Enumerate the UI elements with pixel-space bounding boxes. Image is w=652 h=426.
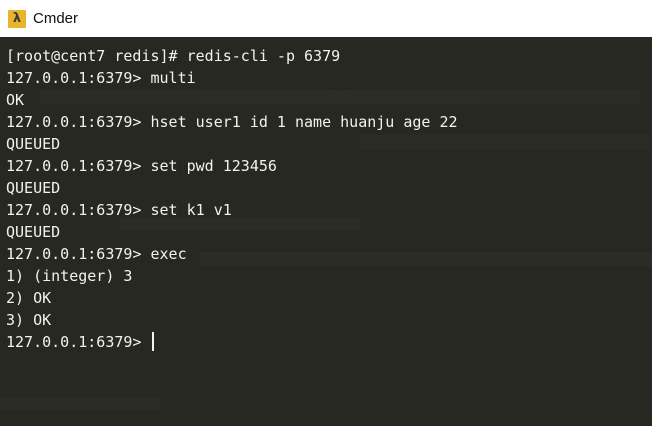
terminal-line: 127.0.0.1:6379> multi — [6, 69, 196, 87]
terminal-line: 127.0.0.1:6379> set pwd 123456 — [6, 157, 277, 175]
terminal-line: 127.0.0.1:6379> hset user1 id 1 name hua… — [6, 113, 458, 131]
terminal-prompt-line[interactable]: 127.0.0.1:6379> — [6, 331, 458, 353]
cmder-window: λ Cmder [root@cent7 redis]# redis-cli -p… — [0, 0, 652, 426]
window-title: Cmder — [33, 10, 79, 27]
terminal-prompt: 127.0.0.1:6379> — [6, 333, 151, 351]
text-cursor — [151, 332, 154, 351]
terminal-output: [root@cent7 redis]# redis-cli -p 6379 12… — [6, 45, 458, 353]
terminal-line: 127.0.0.1:6379> set k1 v1 — [6, 201, 232, 219]
title-bar[interactable]: λ Cmder — [0, 0, 652, 37]
terminal-console[interactable]: [root@cent7 redis]# redis-cli -p 6379 12… — [0, 37, 652, 426]
terminal-line: QUEUED — [6, 179, 61, 197]
terminal-line: QUEUED — [6, 135, 61, 153]
terminal-line: OK — [6, 91, 25, 109]
terminal-line: 1) (integer) 3 — [6, 267, 133, 285]
terminal-line: QUEUED — [6, 223, 61, 241]
lambda-icon: λ — [8, 9, 26, 28]
terminal-line: 127.0.0.1:6379> exec — [6, 245, 187, 263]
background-ghost-text — [0, 397, 160, 409]
terminal-line: 2) OK — [6, 289, 52, 307]
terminal-line: 3) OK — [6, 311, 52, 329]
terminal-line: [root@cent7 redis]# redis-cli -p 6379 — [6, 47, 341, 65]
